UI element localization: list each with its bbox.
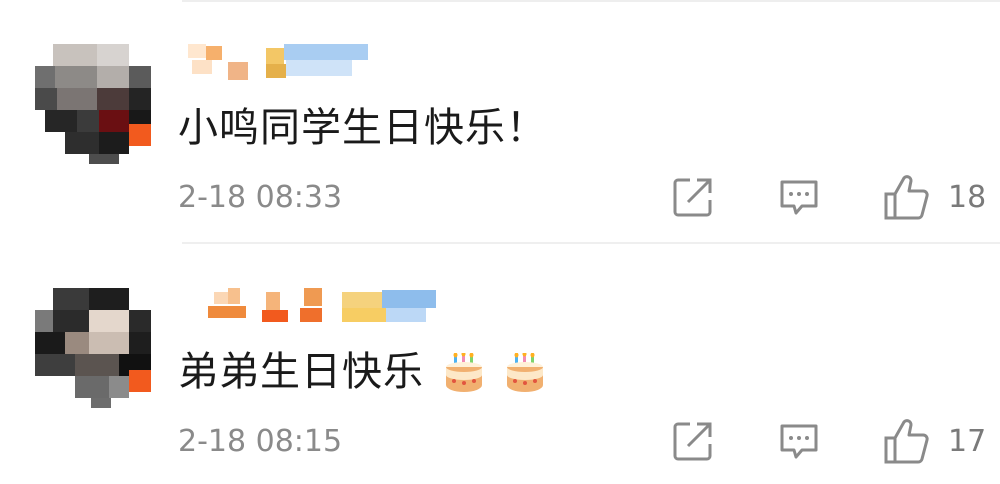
like-count: 18 bbox=[948, 180, 987, 215]
avatar[interactable] bbox=[35, 288, 151, 408]
username-obscured[interactable] bbox=[188, 288, 448, 328]
thumbs-up-icon bbox=[884, 175, 929, 220]
like-count: 17 bbox=[948, 424, 987, 459]
username-obscured[interactable] bbox=[188, 44, 448, 84]
reply-button[interactable] bbox=[778, 418, 820, 466]
like-button[interactable]: 17 bbox=[882, 418, 992, 466]
comment-icon bbox=[780, 180, 818, 215]
comment-timestamp: 2-18 08:33 bbox=[178, 180, 343, 215]
share-icon bbox=[673, 422, 712, 461]
comment-timestamp: 2-18 08:15 bbox=[178, 424, 343, 459]
comment-text: 弟弟生日快乐 bbox=[178, 342, 547, 402]
avatar[interactable] bbox=[35, 44, 151, 164]
comment-text-body: 弟弟生日快乐 bbox=[178, 349, 424, 395]
share-icon bbox=[673, 178, 712, 217]
birthday-cake-icon bbox=[507, 353, 544, 392]
thumbs-up-icon bbox=[884, 419, 929, 464]
comment-item: 弟弟生日快乐 2-18 08:15 17 bbox=[0, 244, 1000, 484]
like-button[interactable]: 18 bbox=[882, 174, 992, 222]
share-button[interactable] bbox=[672, 174, 714, 222]
comment-icon bbox=[780, 424, 818, 459]
comment-text: 小鸣同学生日快乐！ bbox=[178, 98, 547, 158]
share-button[interactable] bbox=[672, 418, 714, 466]
reply-button[interactable] bbox=[778, 174, 820, 222]
birthday-cake-icon bbox=[445, 353, 482, 392]
comment-text-body: 小鸣同学生日快乐！ bbox=[178, 105, 547, 151]
comment-item: 小鸣同学生日快乐！ 2-18 08:33 18 bbox=[0, 0, 1000, 240]
